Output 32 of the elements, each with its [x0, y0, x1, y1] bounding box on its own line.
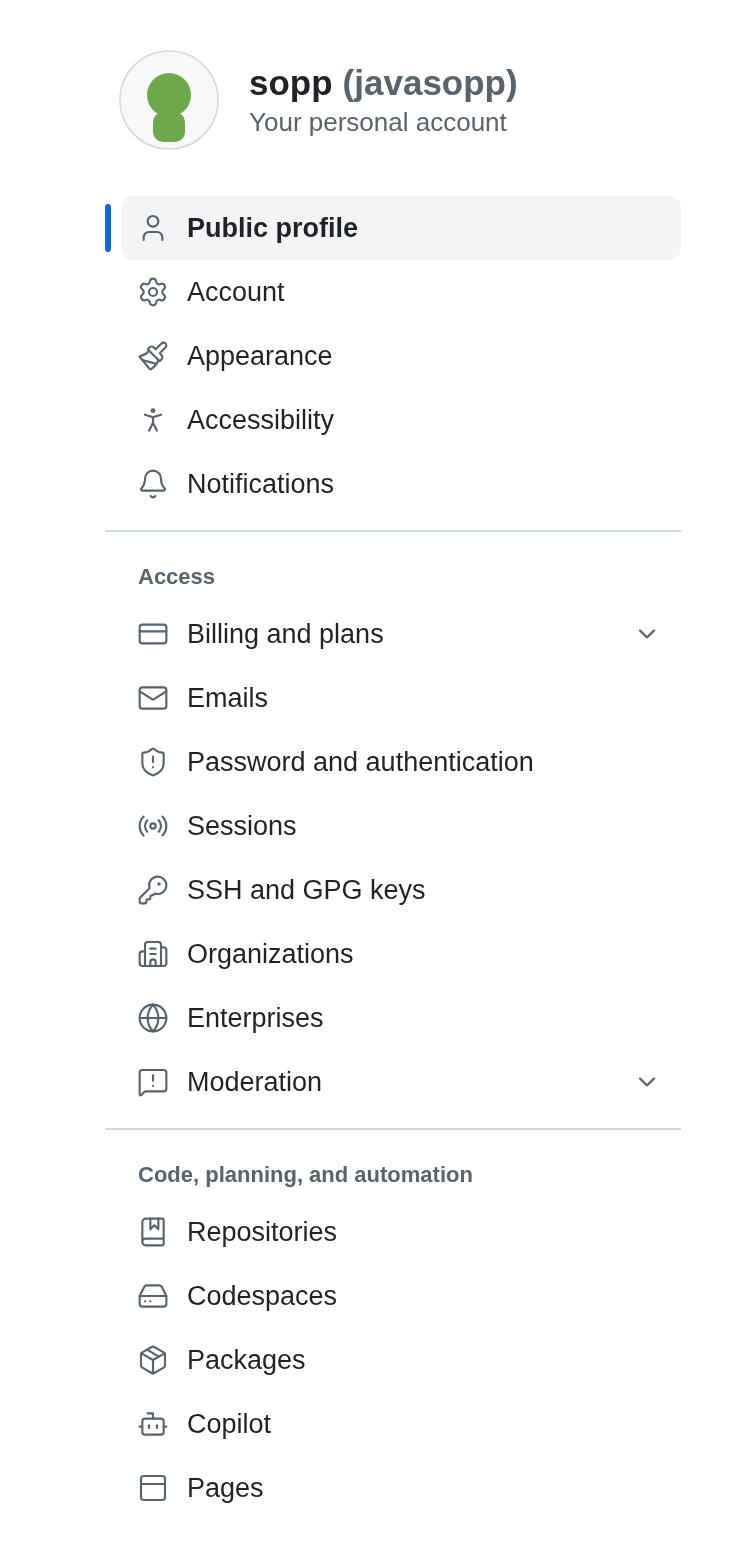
report-icon	[137, 1066, 169, 1098]
nav-item[interactable]: Password and authentication	[121, 730, 681, 794]
nav-item[interactable]: Accessibility	[121, 388, 681, 452]
account-subtitle: Your personal account	[249, 106, 508, 138]
nav-item[interactable]: Codespaces	[121, 1264, 681, 1328]
nav-item[interactable]: Account	[121, 260, 681, 324]
nav-item[interactable]: Enterprises	[121, 986, 681, 1050]
nav-item[interactable]: Copilot	[121, 1392, 681, 1456]
package-icon	[137, 1344, 169, 1376]
nav-item[interactable]: Moderation	[121, 1050, 681, 1114]
section-heading: Code, planning, and automation	[138, 1162, 474, 1188]
nav-item[interactable]: Organizations	[121, 922, 681, 986]
nav-item[interactable]: Packages	[121, 1328, 681, 1392]
account-name: sopp	[249, 62, 333, 103]
nav-item[interactable]: Emails	[121, 666, 681, 730]
nav-item[interactable]: Appearance	[121, 324, 681, 388]
account-handle: (javasopp)	[342, 62, 518, 103]
nav-item[interactable]: Repositories	[121, 1200, 681, 1264]
paintbrush-icon	[137, 340, 169, 372]
nav-item[interactable]: Notifications	[121, 452, 681, 516]
bell-icon	[137, 468, 169, 500]
nav-item[interactable]: Pages	[121, 1456, 681, 1520]
nav-item[interactable]: Sessions	[121, 794, 681, 858]
section-heading: Access	[138, 564, 217, 590]
gear-icon	[137, 276, 169, 308]
selected-indicator	[105, 204, 111, 252]
key-icon	[137, 874, 169, 906]
globe-icon	[137, 1002, 169, 1034]
nav-item[interactable]: SSH and GPG keys	[121, 858, 681, 922]
building-icon	[137, 938, 169, 970]
browser-icon	[137, 1472, 169, 1504]
nav-item[interactable]: Billing and plans	[121, 602, 681, 666]
